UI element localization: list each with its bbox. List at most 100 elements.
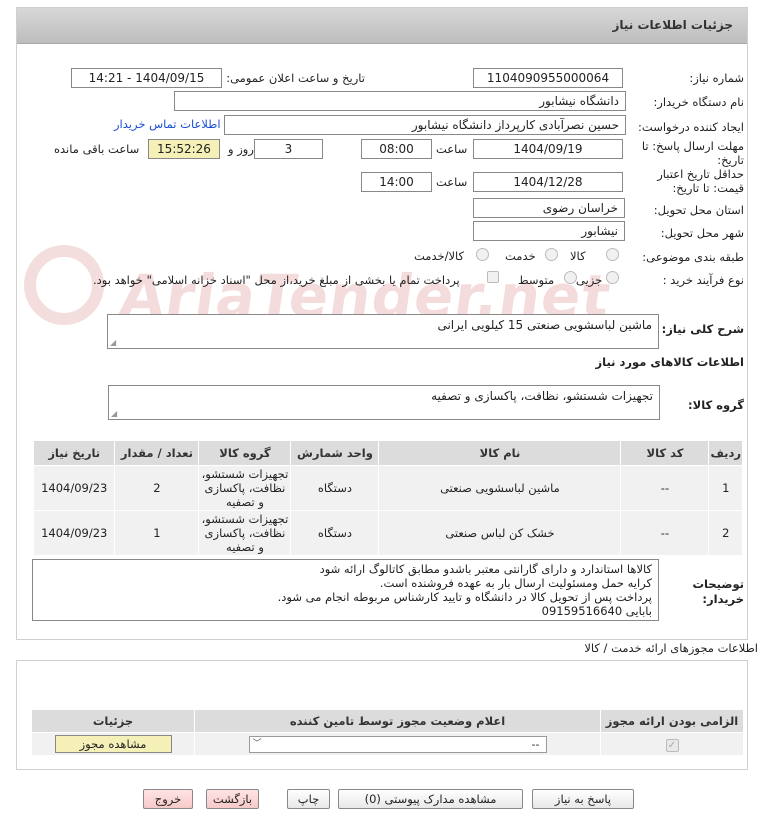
panel-header: جزئیات اطلاعات نیاز (17, 8, 747, 44)
treasury-payment-checkbox[interactable] (487, 271, 499, 283)
col-license-status: اعلام وضعیت مجوز توسط تامین کننده (194, 709, 601, 733)
col-date: تاریخ نیاز (32, 440, 116, 466)
buyer-notes-textarea[interactable]: کالاها استاندارد و دارای گارانتی معتبر ب… (32, 559, 659, 621)
resize-grip-icon[interactable]: ◢ (110, 338, 116, 347)
validity-label-1: حداقل تاریخ اعتبار (657, 167, 744, 181)
buyer-note-line: کالاها استاندارد و دارای گارانتی معتبر ب… (319, 562, 652, 576)
province-label: استان محل تحویل: (653, 203, 744, 217)
resize-grip-icon[interactable]: ◢ (111, 409, 117, 418)
process-option-minor: جزیی (576, 273, 603, 287)
process-option-medium: متوسط (518, 273, 555, 287)
col-license-details: جزئیات (31, 709, 195, 733)
goods-group-textarea[interactable]: تجهیزات شستشو، نظافت، پاکسازی و تصفیه ◢ (108, 385, 660, 420)
creator-field: حسین نصرآبادی کارپرداز دانشگاه نیشابور (224, 115, 626, 135)
watermark-logo (24, 245, 104, 325)
goods-info-title: اطلاعات کالاهای مورد نیاز (595, 355, 744, 369)
col-license-required: الزامی بودن ارائه مجوز (600, 709, 744, 733)
license-required-checkbox: ✓ (665, 738, 679, 752)
back-button[interactable]: بازگشت (206, 789, 259, 809)
cell-qty: 2 (114, 465, 200, 511)
cell-group: تجهیزات شستشو، نظافت، پاکسازی و تصفیه (198, 510, 292, 556)
city-field: نیشابور (473, 221, 625, 241)
cell-group: تجهیزات شستشو، نظافت، پاکسازی و تصفیه (198, 465, 292, 511)
items-table: ردیف کد کالا نام کالا واحد شمارش گروه کا… (32, 440, 743, 556)
select-chevron-icon: ﹀ (252, 738, 262, 749)
exit-button[interactable]: خروج (143, 789, 193, 809)
deadline-time-field: 08:00 (361, 139, 432, 159)
summary-textarea[interactable]: ماشین لباسشویی صنعتی 15 کیلویی ایرانی ◢ (107, 314, 659, 349)
process-radio-medium[interactable] (564, 271, 577, 284)
goods-group-label: گروه کالا: (688, 398, 744, 412)
buyer-note-line: بابایی 09159516640 (541, 604, 652, 618)
validity-date-field: 1404/12/28 (473, 172, 623, 192)
cell-name: خشک کن لباس صنعتی (378, 510, 622, 556)
licenses-table: الزامی بودن ارائه مجوز اعلام وضعیت مجوز … (31, 709, 744, 756)
days-field: 3 (254, 139, 323, 159)
buyer-field: دانشگاه نیشابور (174, 91, 626, 111)
category-radio-service[interactable] (545, 248, 558, 261)
attachments-button[interactable]: مشاهده مدارک پیوستی (0) (338, 789, 523, 809)
category-option-goods: کالا (570, 249, 586, 263)
licenses-title: اطلاعات مجوزهای ارائه خدمت / کالا (584, 641, 758, 655)
category-option-service: خدمت (505, 249, 536, 263)
contact-info-link[interactable]: اطلاعات تماس خریدار (114, 117, 221, 131)
announce-field: 1404/09/15 - 14:21 (71, 68, 222, 88)
col-qty: تعداد / مقدار (114, 440, 200, 466)
col-code: کد کالا (620, 440, 710, 466)
buyer-label: نام دستگاه خریدار: (653, 95, 744, 109)
license-status-select[interactable]: ﹀ -- (248, 735, 547, 753)
summary-text: ماشین لباسشویی صنعتی 15 کیلویی ایرانی (437, 318, 652, 332)
cell-date: 1404/09/23 (32, 510, 116, 556)
license-status-value: -- (531, 737, 540, 751)
panel-title: جزئیات اطلاعات نیاز (612, 18, 733, 32)
cell-license-status: ﹀ -- (194, 732, 601, 756)
col-group: گروه کالا (198, 440, 292, 466)
category-radio-goods[interactable] (606, 248, 619, 261)
category-option-both: کالا/خدمت (414, 249, 465, 263)
remaining-label: ساعت باقی مانده (54, 142, 140, 156)
cell-code: -- (620, 510, 710, 556)
process-radio-minor[interactable] (606, 271, 619, 284)
table-row: 1 -- ماشین لباسشویی صنعتی دستگاه تجهیزات… (32, 465, 743, 511)
process-label: نوع فرآیند خرید : (662, 273, 744, 287)
cell-license-details: مشاهده مجوز (31, 732, 195, 756)
remaining-time-field: 15:52:26 (148, 139, 220, 159)
validity-label-2: قیمت: تا تاریخ: (672, 181, 744, 195)
cell-unit: دستگاه (290, 465, 380, 511)
table-row: ✓ ﹀ -- مشاهده مجوز (31, 732, 744, 756)
reply-button[interactable]: پاسخ به نیاز (532, 789, 634, 809)
table-row: 2 -- خشک کن لباس صنعتی دستگاه تجهیزات شس… (32, 510, 743, 556)
print-button[interactable]: چاپ (287, 789, 330, 809)
deadline-label-2: تاریخ: (717, 153, 744, 167)
col-name: نام کالا (378, 440, 622, 466)
cell-name: ماشین لباسشویی صنعتی (378, 465, 622, 511)
buyer-notes-label: توضیحات خریدار: (692, 577, 745, 606)
cell-date: 1404/09/23 (32, 465, 116, 511)
category-radio-both[interactable] (476, 248, 489, 261)
validity-time-label: ساعت (436, 175, 468, 189)
city-label: شهر محل تحویل: (660, 226, 744, 240)
col-row: ردیف (708, 440, 743, 466)
days-label: روز و (228, 142, 254, 156)
need-number-label: شماره نیاز: (689, 71, 744, 85)
buyer-note-line: کرایه حمل ومسئولیت ارسال بار به عهده فرو… (379, 576, 652, 590)
cell-row: 2 (708, 510, 743, 556)
announce-label: تاریخ و ساعت اعلان عمومی: (226, 71, 365, 85)
licenses-header-row: الزامی بودن ارائه مجوز اعلام وضعیت مجوز … (31, 709, 744, 733)
cell-qty: 1 (114, 510, 200, 556)
buyer-note-line: پرداخت پس از تحویل کالا در دانشگاه و تای… (277, 590, 652, 604)
view-license-button[interactable]: مشاهده مجوز (54, 735, 172, 753)
province-field: خراسان رضوی (473, 198, 625, 218)
items-header-row: ردیف کد کالا نام کالا واحد شمارش گروه کا… (32, 440, 743, 466)
creator-label: ایجاد کننده درخواست: (638, 120, 744, 134)
cell-row: 1 (708, 465, 743, 511)
deadline-date-field: 1404/09/19 (473, 139, 623, 159)
validity-time-field: 14:00 (361, 172, 432, 192)
category-label: طبقه بندی موضوعی: (642, 250, 744, 264)
need-number-field: 1104090955000064 (473, 68, 623, 88)
deadline-label-1: مهلت ارسال پاسخ: تا (641, 139, 744, 153)
treasury-payment-note: پرداخت تمام یا بخشی از مبلغ خرید،از محل … (93, 273, 460, 287)
deadline-time-label: ساعت (436, 142, 468, 156)
goods-group-text: تجهیزات شستشو، نظافت، پاکسازی و تصفیه (431, 389, 653, 403)
cell-code: -- (620, 465, 710, 511)
